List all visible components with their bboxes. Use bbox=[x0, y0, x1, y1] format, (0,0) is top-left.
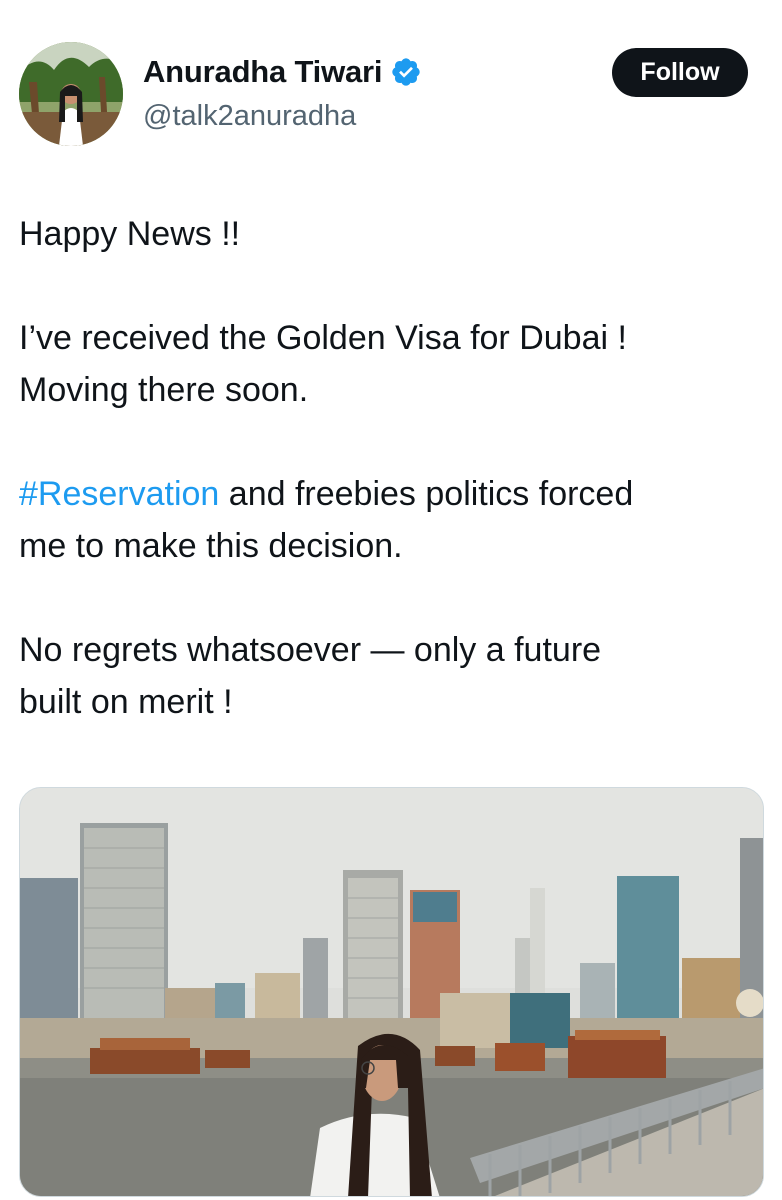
tweet-line-rest: and freebies politics forced bbox=[219, 475, 634, 513]
tweet-body: Happy News !! I’ve received the Golden V… bbox=[19, 208, 759, 728]
tweet-header: Anuradha Tiwari @talk2anuradha Follow bbox=[0, 0, 782, 160]
tweet-line: No regrets whatsoever — only a future bbox=[19, 631, 602, 669]
tweet-line: #Reservation and freebies politics force… bbox=[19, 468, 759, 520]
tweet-line: I’ve received the Golden Visa for Dubai … bbox=[19, 319, 627, 357]
avatar-image bbox=[19, 42, 123, 146]
hashtag-link[interactable]: #Reservation bbox=[19, 475, 219, 513]
photo-dubai-marina bbox=[20, 788, 763, 1196]
author-name-row: Anuradha Tiwari bbox=[143, 54, 422, 90]
tweet-line: Happy News !! bbox=[19, 215, 241, 253]
tweet-line: built on merit ! bbox=[19, 683, 233, 721]
tweet-line: Moving there soon. bbox=[19, 371, 309, 409]
verified-badge-icon bbox=[392, 58, 420, 86]
author-handle[interactable]: @talk2anuradha bbox=[143, 100, 356, 133]
author-name[interactable]: Anuradha Tiwari bbox=[143, 54, 383, 90]
follow-button[interactable]: Follow bbox=[612, 48, 748, 97]
avatar[interactable] bbox=[19, 42, 123, 146]
tweet-media-photo[interactable] bbox=[19, 787, 764, 1197]
tweet-line: me to make this decision. bbox=[19, 527, 403, 565]
